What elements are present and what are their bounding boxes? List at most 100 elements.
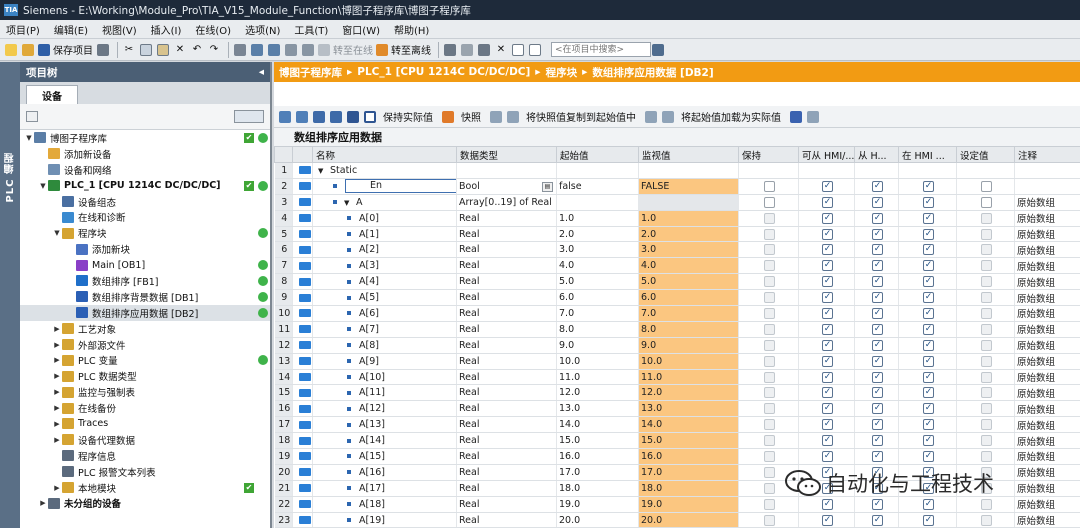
tree-item[interactable]: ▶ 外部源文件 [20, 337, 270, 353]
tree-item[interactable]: 程序信息 [20, 448, 270, 464]
expand-toggle-icon[interactable]: ▶ [52, 484, 62, 492]
table-row[interactable]: 3 ▼ A Array[0..19] of Real ✓ ✓ ✓ 原始数组 [274, 194, 1080, 211]
column-header-start-value[interactable]: 起始值 [556, 146, 639, 163]
column-header-hmi-access[interactable]: 可从 HMI/... [798, 146, 855, 163]
breadcrumb-item[interactable]: 数组排序应用数据 [DB2] [592, 65, 713, 80]
name-cell[interactable]: A[2] [312, 241, 457, 259]
table-row[interactable]: 18 A[14] Real 15.0 15.0 ✓ ✓ ✓ 原始数组 [274, 432, 1080, 450]
table-row[interactable]: 2 En Bool ▤ false FALSE ✓ ✓ ✓ [274, 178, 1080, 195]
snapshot-copy-icon[interactable] [506, 109, 520, 125]
expand-toggle-icon[interactable]: ▼ [344, 199, 352, 207]
checked-checkbox[interactable]: ✓ [923, 180, 934, 192]
column-header-hmi-write[interactable]: 从 H... [854, 146, 899, 163]
undo-icon[interactable]: ↶ [190, 42, 204, 58]
menu-online[interactable]: 在线(O) [195, 22, 231, 37]
menu-view[interactable]: 视图(V) [102, 22, 137, 37]
datatype-cell[interactable]: Real [456, 416, 557, 434]
split-vertical-icon[interactable] [528, 42, 542, 58]
datatype-cell[interactable]: Real [456, 353, 557, 370]
datatype-cell[interactable]: Real [456, 448, 557, 465]
tree-item[interactable]: 数组排序 [FB1] [20, 273, 270, 289]
datatype-cell[interactable]: Real [456, 384, 557, 402]
comment-cell[interactable]: 原始数组 [1014, 369, 1080, 386]
go-online-button[interactable]: 转至在线 [318, 42, 373, 58]
datatype-cell[interactable]: Real [456, 496, 557, 513]
expand-all-icon[interactable] [312, 109, 326, 125]
datatype-cell[interactable]: Real [456, 369, 557, 386]
name-cell[interactable]: A[1] [312, 226, 457, 243]
breadcrumb-item[interactable]: PLC_1 [CPU 1214C DC/DC/DC] [357, 66, 530, 78]
expand-toggle-icon[interactable]: ▼ [38, 182, 48, 190]
comment-cell[interactable]: 原始数组 [1014, 289, 1080, 307]
expand-toggle-icon[interactable]: ▶ [52, 436, 62, 444]
name-cell[interactable]: ▼ Static [312, 162, 457, 179]
start-value-cell[interactable] [556, 162, 639, 179]
start-value-cell[interactable]: 2.0 [556, 226, 639, 243]
compile-icon[interactable] [233, 42, 247, 58]
tree-item[interactable]: ▶ 在线备份 [20, 400, 270, 416]
load-start-icon[interactable] [789, 109, 803, 125]
search-go-icon[interactable] [651, 42, 665, 58]
collapse-panel-icon[interactable]: ◂ [259, 66, 264, 78]
datatype-cell[interactable]: Real [456, 241, 557, 259]
tree-item[interactable]: ▼ 程序块 [20, 225, 270, 241]
checked-checkbox[interactable]: ✓ [822, 196, 833, 208]
copy-icon[interactable] [139, 42, 153, 58]
list-view-icon[interactable] [346, 109, 360, 125]
collapse-all-icon[interactable] [329, 109, 343, 125]
start-value-cell[interactable]: 18.0 [556, 480, 639, 497]
expand-toggle-icon[interactable]: ▶ [52, 341, 62, 349]
checked-checkbox[interactable]: ✓ [822, 180, 833, 192]
print-icon[interactable] [96, 42, 110, 58]
name-cell[interactable]: A[3] [312, 257, 457, 275]
datatype-cell[interactable]: Real [456, 210, 557, 227]
tree-item[interactable]: 设备和网络 [20, 162, 270, 178]
tree-item[interactable]: ▶ 本地模块 ✔ [20, 480, 270, 496]
copy-snapshot-to-start-button[interactable]: 将快照值复制到起始值中 [526, 109, 636, 124]
table-row[interactable]: 6 A[2] Real 3.0 3.0 ✓ ✓ ✓ 原始数组 [274, 241, 1080, 259]
column-header-name[interactable]: 名称 [312, 146, 457, 163]
name-cell[interactable]: A[0] [312, 210, 457, 227]
name-cell[interactable]: A[12] [312, 400, 457, 418]
monitor-all-icon[interactable] [363, 109, 377, 125]
variable-name[interactable]: En [345, 179, 456, 194]
load-start-as-actual-button[interactable]: 将起始值加载为实际值 [681, 109, 781, 124]
name-cell[interactable]: A[7] [312, 321, 457, 338]
name-cell[interactable]: A[18] [312, 496, 457, 513]
datatype-cell[interactable]: Real [456, 432, 557, 450]
tree-item[interactable]: 数组排序应用数据 [DB2] [20, 304, 270, 321]
comment-cell[interactable]: 原始数组 [1014, 400, 1080, 418]
name-cell[interactable]: A[17] [312, 480, 457, 497]
tree-item[interactable]: ▶ 工艺对象 [20, 321, 270, 337]
tree-item[interactable]: ▼ 博图子程序库 ✔ [20, 130, 270, 146]
name-cell[interactable]: A[10] [312, 369, 457, 386]
table-row[interactable]: 7 A[3] Real 4.0 4.0 ✓ ✓ ✓ 原始数组 [274, 257, 1080, 275]
column-header-comment[interactable]: 注释 [1014, 146, 1080, 163]
table-row[interactable]: 13 A[9] Real 10.0 10.0 ✓ ✓ ✓ 原始数组 [274, 353, 1080, 370]
accessible-devices-icon[interactable] [301, 42, 315, 58]
name-cell[interactable]: A[9] [312, 353, 457, 370]
expand-toggle-icon[interactable]: ▶ [38, 499, 48, 507]
keep-actual-values-button[interactable]: 保持实际值 [383, 109, 433, 124]
datatype-cell[interactable]: Real [456, 305, 557, 322]
name-cell[interactable]: A[6] [312, 305, 457, 322]
start-value-cell[interactable]: 20.0 [556, 512, 639, 528]
comment-cell[interactable]: 原始数组 [1014, 257, 1080, 275]
cross-ref-icon[interactable] [443, 42, 457, 58]
tree-item[interactable]: ▶ 设备代理数据 [20, 432, 270, 448]
start-value-cell[interactable]: false [556, 178, 639, 195]
checkbox[interactable] [981, 196, 992, 208]
insert-row-icon[interactable] [278, 109, 292, 125]
comment-cell[interactable]: 原始数组 [1014, 496, 1080, 513]
datatype-cell[interactable]: Real [456, 464, 557, 481]
comment-cell[interactable]: 原始数组 [1014, 321, 1080, 338]
comment-cell[interactable]: 原始数组 [1014, 432, 1080, 450]
datatype-cell[interactable] [456, 162, 557, 179]
expand-toggle-icon[interactable]: ▶ [52, 325, 62, 333]
load-start-icon-2[interactable] [806, 109, 820, 125]
table-row[interactable]: 15 A[11] Real 12.0 12.0 ✓ ✓ ✓ 原始数组 [274, 384, 1080, 402]
comment-cell[interactable] [1014, 178, 1080, 195]
tree-item[interactable]: 添加新块 [20, 241, 270, 257]
tree-item[interactable]: 数组排序背景数据 [DB1] [20, 289, 270, 305]
tree-item[interactable]: 设备组态 [20, 194, 270, 210]
